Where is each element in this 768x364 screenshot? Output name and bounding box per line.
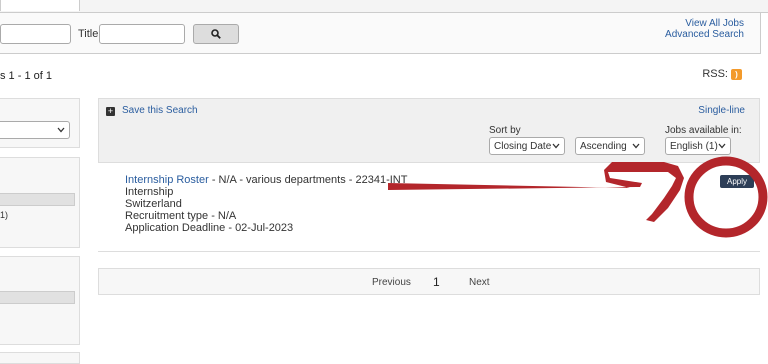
search-button[interactable] <box>193 24 239 44</box>
chevron-down-icon <box>552 143 560 149</box>
sort-field-value: Closing Date <box>494 140 552 152</box>
sidebar-filter-3 <box>0 256 80 345</box>
sidebar-select[interactable] <box>0 121 70 139</box>
title-label: Title <box>78 28 99 40</box>
rss-icon[interactable]: ) <box>731 68 742 80</box>
rss-feed[interactable]: RSS: ) <box>702 68 742 80</box>
job-meta: - N/A - various departments - 22341-INT <box>208 174 408 186</box>
tab-partial[interactable] <box>0 0 80 11</box>
results-count: s 1 - 1 of 1 <box>0 70 52 82</box>
job-list-item: Internship Roster - N/A - various depart… <box>98 163 760 252</box>
current-page: 1 <box>433 275 440 289</box>
single-line-link[interactable]: Single-line <box>698 105 745 116</box>
chevron-down-icon <box>632 143 640 149</box>
job-location: Switzerland <box>125 198 182 210</box>
job-details: Internship Roster - N/A - various depart… <box>125 174 407 234</box>
sidebar-filter-4 <box>0 352 80 364</box>
job-recruitment-type: Recruitment type - N/A <box>125 210 237 222</box>
search-icon <box>211 29 221 39</box>
results-toolbar: + Save this Search Single-line Sort by C… <box>98 98 760 163</box>
language-value: English (1) <box>670 140 718 152</box>
advanced-search-link[interactable]: Advanced Search <box>665 29 744 40</box>
plus-icon[interactable]: + <box>106 107 115 116</box>
sort-by-label: Sort by <box>489 125 521 136</box>
rss-label: RSS: <box>702 68 728 80</box>
language-select[interactable]: English (1) <box>665 137 731 155</box>
sort-field-select[interactable]: Closing Date <box>489 137 565 155</box>
title-input[interactable] <box>99 24 185 44</box>
jobs-available-label: Jobs available in: <box>665 125 742 136</box>
sidebar-filter-1 <box>0 98 80 148</box>
next-page-link[interactable]: Next <box>469 277 490 288</box>
search-bar: Title View All Jobs Advanced Search <box>0 12 761 54</box>
chevron-down-icon <box>718 143 726 149</box>
save-search-link[interactable]: Save this Search <box>122 105 198 116</box>
sidebar-facet-bar[interactable] <box>0 193 75 206</box>
job-title-link[interactable]: Internship Roster <box>125 174 209 186</box>
view-all-jobs-link[interactable]: View All Jobs <box>665 18 744 29</box>
sidebar-facet-bar-2[interactable] <box>0 291 75 304</box>
chevron-down-icon <box>57 127 65 133</box>
pagination: Previous 1 Next <box>98 268 760 295</box>
apply-button[interactable]: Apply <box>720 175 754 188</box>
job-type: Internship <box>125 186 174 198</box>
job-deadline: Application Deadline - 02-Jul-2023 <box>125 222 294 234</box>
previous-page-link[interactable]: Previous <box>372 277 411 288</box>
sort-order-select[interactable]: Ascending <box>575 137 645 155</box>
sidebar-facet-count: 1) <box>0 210 9 220</box>
top-links: View All Jobs Advanced Search <box>665 18 744 40</box>
sidebar-filter-2: 1) <box>0 157 80 248</box>
keyword-input[interactable] <box>0 24 71 44</box>
sort-order-value: Ascending <box>580 140 627 152</box>
